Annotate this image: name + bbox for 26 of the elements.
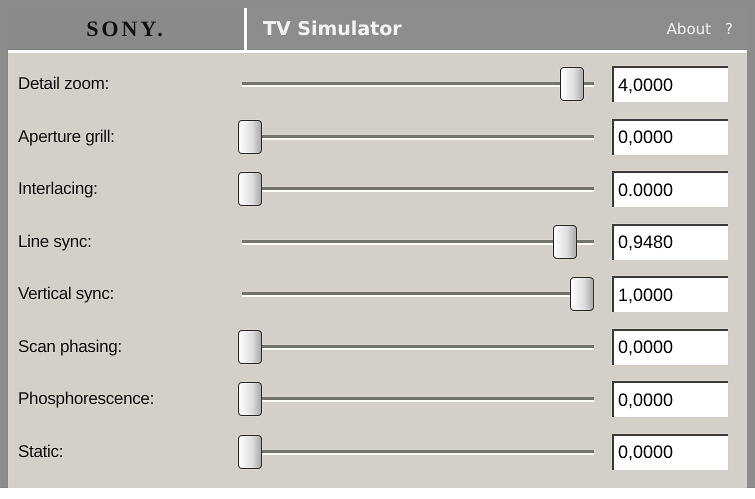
setting-label: Static: bbox=[18, 442, 64, 462]
setting-label: Phosphorescence: bbox=[18, 389, 156, 410]
value-field[interactable]: 1,0000 bbox=[612, 276, 728, 312]
setting-label: Scan phasing: bbox=[18, 336, 123, 357]
slider-thumb[interactable] bbox=[238, 172, 262, 206]
app-title: TV Simulator bbox=[263, 18, 402, 40]
setting-label: Interlacing: bbox=[18, 179, 99, 200]
slider-thumb[interactable] bbox=[238, 120, 262, 154]
slider-thumb[interactable] bbox=[560, 67, 584, 102]
slider-thumb[interactable] bbox=[238, 382, 262, 416]
value-field[interactable]: 0,0000 bbox=[612, 434, 728, 470]
slider-thumb[interactable] bbox=[238, 330, 262, 364]
slider-thumb[interactable] bbox=[238, 434, 262, 469]
setting-label: Line sync: bbox=[18, 232, 93, 252]
setting-label: Aperture grill: bbox=[18, 126, 116, 147]
value-field[interactable]: 0,0000 bbox=[612, 118, 728, 155]
setting-label: Vertical sync: bbox=[18, 284, 115, 304]
setting-label: Detail zoom: bbox=[18, 74, 110, 94]
value-field[interactable]: 0,9480 bbox=[612, 224, 728, 260]
value-field[interactable]: 0,0000 bbox=[612, 328, 728, 365]
logo-text: SONY. bbox=[86, 16, 166, 42]
value-field[interactable]: 0.0000 bbox=[612, 171, 728, 208]
value-field[interactable]: 4,0000 bbox=[612, 66, 728, 102]
value-field[interactable]: 0,0000 bbox=[612, 381, 728, 418]
slider-thumb[interactable] bbox=[552, 224, 577, 259]
slider-thumb[interactable] bbox=[570, 277, 594, 312]
